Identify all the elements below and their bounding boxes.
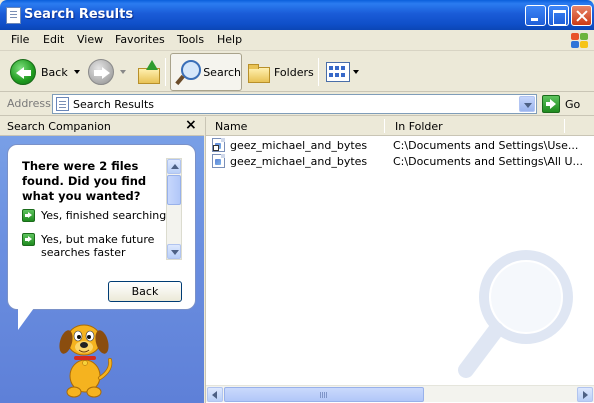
file-folder: C:\Documents and Settings\Use... bbox=[393, 139, 579, 152]
toolbar-separator bbox=[318, 58, 319, 86]
go-button[interactable]: Go bbox=[542, 95, 580, 113]
menu-favorites[interactable]: Favorites bbox=[115, 33, 165, 46]
option-label: Yes, finished searching bbox=[41, 209, 167, 222]
chevron-down-icon[interactable] bbox=[120, 70, 126, 74]
chevron-down-icon[interactable] bbox=[353, 70, 359, 74]
option-faster-searches[interactable]: Yes, but make future searches faster bbox=[22, 233, 162, 259]
go-arrow-icon bbox=[542, 95, 560, 113]
address-value: Search Results bbox=[73, 98, 155, 111]
forward-arrow-icon bbox=[88, 59, 114, 85]
companion-balloon: There were 2 files found. Did you find w… bbox=[7, 144, 196, 310]
go-label: Go bbox=[565, 97, 581, 111]
address-bar: Address Search Results Go bbox=[0, 92, 594, 116]
address-input[interactable]: Search Results bbox=[52, 94, 537, 114]
back-nav-button[interactable]: Back bbox=[10, 54, 80, 90]
toolbar-separator bbox=[165, 58, 166, 86]
file-name: geez_michael_and_bytes bbox=[230, 139, 368, 152]
balloon-scrollbar[interactable] bbox=[166, 158, 182, 260]
search-results-icon bbox=[56, 97, 69, 111]
companion-title: Search Companion bbox=[7, 120, 111, 133]
folder-up-icon bbox=[137, 60, 160, 84]
views-icon bbox=[326, 62, 350, 82]
menu-help[interactable]: Help bbox=[217, 33, 242, 46]
menu-edit[interactable]: Edit bbox=[43, 33, 64, 46]
minimize-button[interactable] bbox=[525, 5, 546, 26]
search-results-icon bbox=[6, 7, 21, 24]
scroll-left-icon[interactable] bbox=[207, 387, 223, 402]
column-in-folder[interactable]: In Folder bbox=[395, 120, 443, 133]
option-label: Yes, but make future searches faster bbox=[41, 233, 155, 259]
results-pane: Name In Folder geez_michael_and_bytes C:… bbox=[205, 117, 594, 403]
scroll-right-icon[interactable] bbox=[577, 387, 593, 402]
menu-file[interactable]: File bbox=[11, 33, 29, 46]
table-row[interactable]: geez_michael_and_bytes C:\Documents and … bbox=[206, 153, 594, 169]
folders-button[interactable]: Folders bbox=[246, 54, 314, 90]
windows-logo-icon bbox=[566, 30, 594, 51]
magnifier-watermark-icon bbox=[458, 250, 573, 378]
companion-back-button[interactable]: Back bbox=[108, 281, 182, 302]
close-pane-icon[interactable]: × bbox=[185, 117, 197, 133]
folders-label: Folders bbox=[274, 65, 314, 79]
title-bar: Search Results bbox=[0, 0, 594, 30]
search-icon bbox=[175, 59, 202, 85]
forward-nav-button[interactable] bbox=[88, 54, 126, 90]
search-label: Search bbox=[203, 65, 241, 79]
back-arrow-icon bbox=[10, 59, 36, 85]
horizontal-scrollbar[interactable] bbox=[206, 385, 594, 402]
scroll-thumb[interactable] bbox=[167, 175, 181, 205]
scroll-thumb[interactable] bbox=[224, 387, 424, 402]
scroll-up-icon[interactable] bbox=[167, 159, 181, 174]
search-toolbar-button[interactable]: Search bbox=[170, 53, 242, 91]
green-arrow-icon bbox=[22, 209, 35, 222]
search-dog-icon[interactable] bbox=[50, 320, 120, 400]
chevron-down-icon[interactable] bbox=[73, 70, 80, 74]
option-finished-searching[interactable]: Yes, finished searching bbox=[22, 209, 166, 222]
maximize-button[interactable] bbox=[548, 5, 569, 26]
file-shortcut-icon bbox=[212, 138, 225, 152]
views-button[interactable] bbox=[326, 54, 359, 90]
menu-tools[interactable]: Tools bbox=[177, 33, 204, 46]
window-title: Search Results bbox=[24, 7, 134, 22]
column-name[interactable]: Name bbox=[215, 120, 247, 133]
address-label: Address bbox=[7, 97, 51, 110]
back-nav-label: Back bbox=[41, 65, 68, 79]
results-question: There were 2 files found. Did you find w… bbox=[22, 159, 147, 203]
search-companion-pane: Search Companion × There were 2 files fo… bbox=[0, 117, 204, 403]
menu-view[interactable]: View bbox=[77, 33, 103, 46]
folders-icon bbox=[246, 62, 270, 83]
column-separator[interactable] bbox=[564, 119, 565, 133]
file-name: geez_michael_and_bytes bbox=[230, 155, 368, 168]
file-icon bbox=[212, 154, 225, 168]
toolbar: Back Search Folders bbox=[0, 52, 594, 92]
results-column-header: Name In Folder bbox=[206, 117, 594, 136]
up-folder-button[interactable] bbox=[137, 54, 160, 90]
balloon-tail bbox=[18, 308, 34, 330]
address-dropdown-button[interactable] bbox=[519, 96, 535, 112]
close-button[interactable] bbox=[571, 5, 592, 26]
table-row[interactable]: geez_michael_and_bytes C:\Documents and … bbox=[206, 137, 594, 153]
green-arrow-icon bbox=[22, 233, 35, 246]
file-folder: C:\Documents and Settings\All U... bbox=[393, 155, 583, 168]
menu-bar: File Edit View Favorites Tools Help bbox=[0, 30, 594, 51]
column-separator[interactable] bbox=[384, 119, 385, 133]
companion-header: Search Companion × bbox=[0, 117, 204, 136]
scroll-down-icon[interactable] bbox=[167, 244, 181, 259]
